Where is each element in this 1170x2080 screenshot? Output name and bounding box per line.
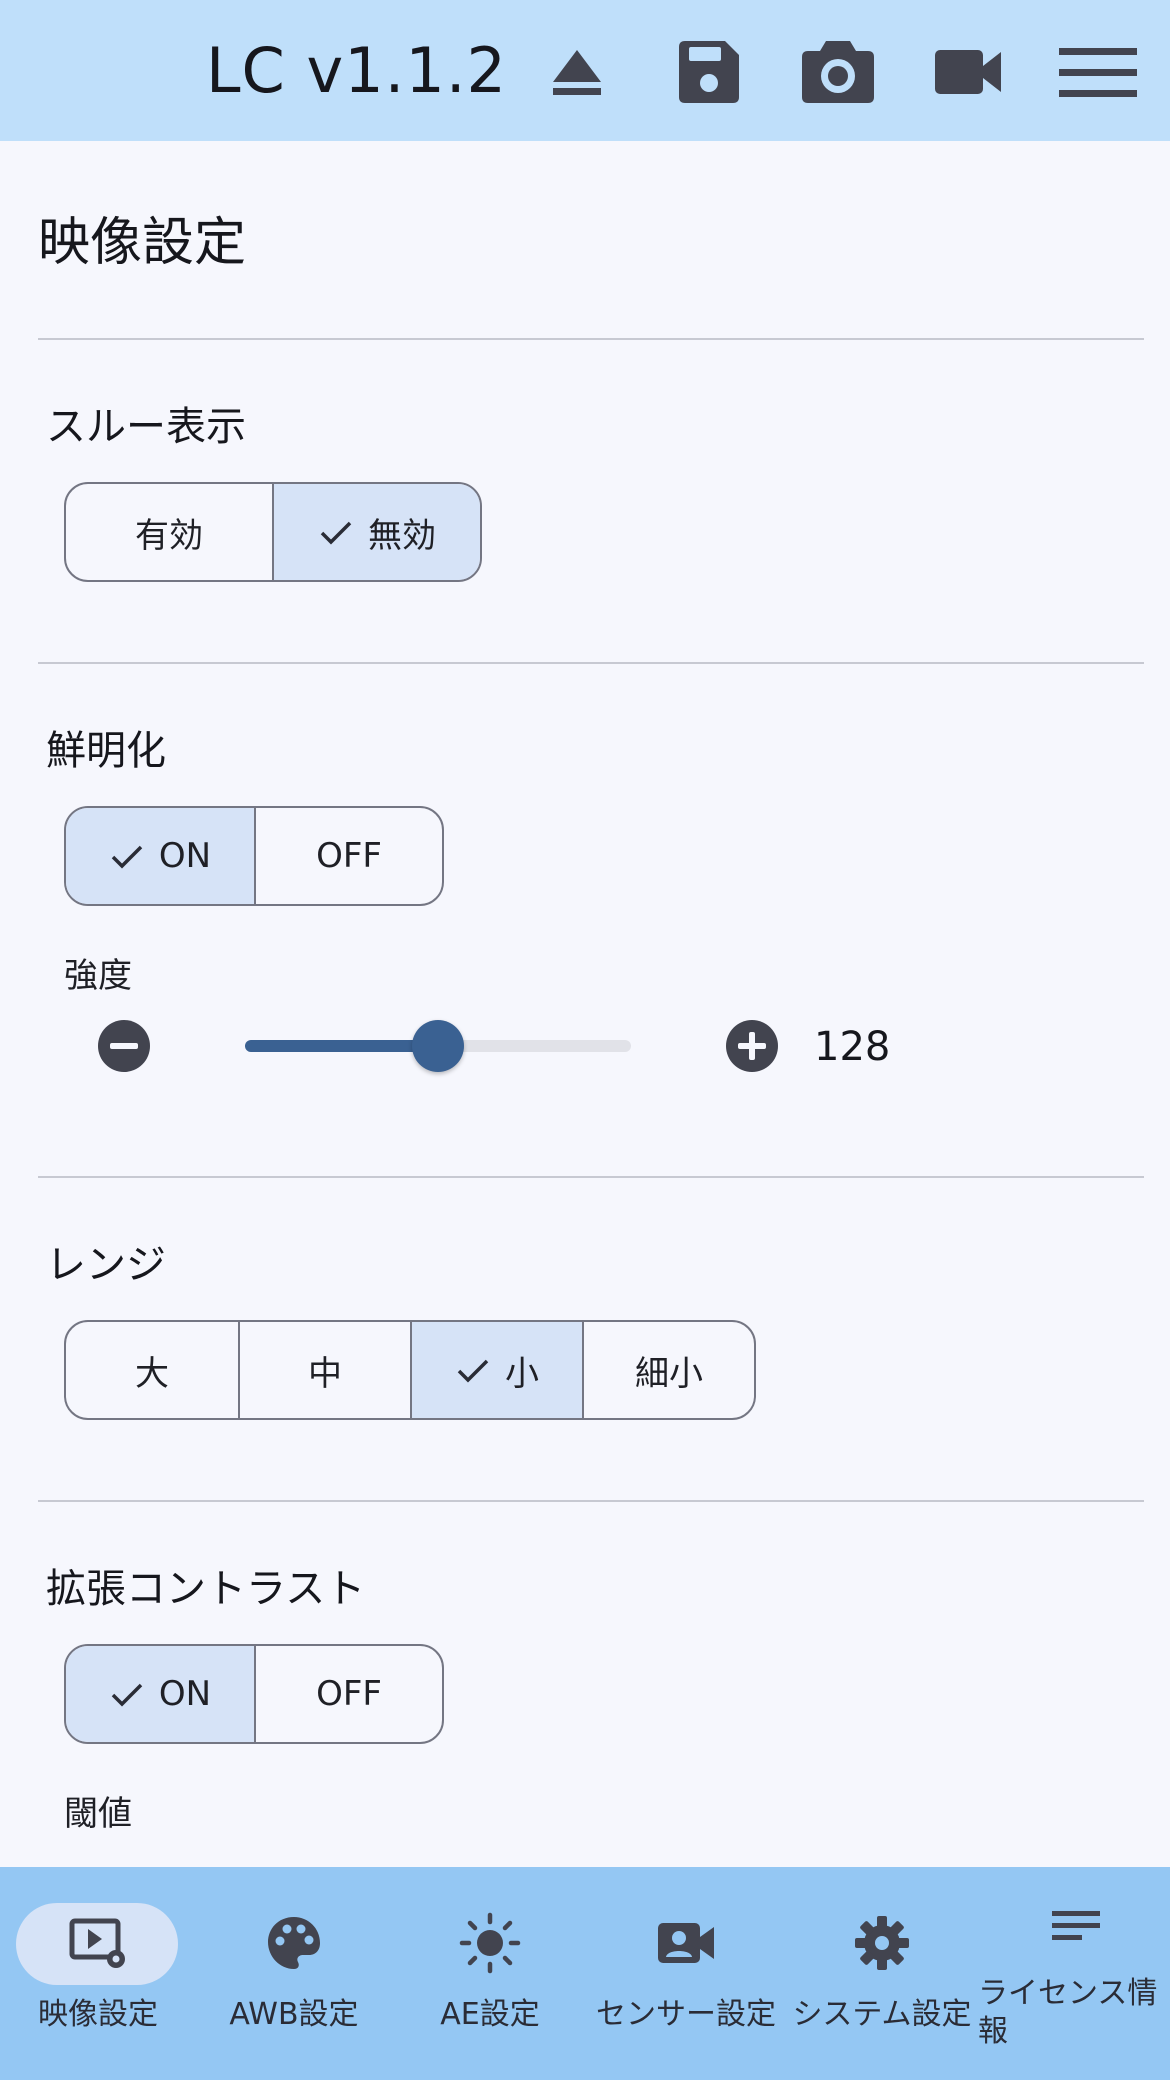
thru-enable-button[interactable]: 有効	[66, 484, 272, 580]
threshold-label: 閾値	[64, 1794, 132, 1834]
slider-thumb[interactable]	[412, 1020, 464, 1072]
nav-label: 映像設定	[38, 1997, 158, 2032]
option-label: 小	[505, 1353, 539, 1394]
contrast-on-button[interactable]: ON	[66, 1646, 254, 1742]
menu-icon[interactable]	[1050, 30, 1146, 114]
option-label: ON	[158, 1674, 212, 1714]
contrast-title: 拡張コントラスト	[46, 1566, 366, 1612]
brightness-icon	[459, 1912, 521, 1974]
range-title: レンジ	[46, 1242, 166, 1288]
check-icon	[111, 1683, 143, 1707]
nav-label: ライセンス情報	[978, 1976, 1158, 2049]
strength-label: 強度	[64, 956, 132, 996]
nav-item-sensor-settings[interactable]: センサー設定	[588, 1867, 784, 2080]
page-title: 映像設定	[38, 213, 247, 273]
strength-slider[interactable]	[245, 1020, 631, 1072]
app-title: LC v1.1.2	[206, 34, 507, 107]
nav-label: AWB設定	[229, 1997, 359, 2032]
sensor-camera-icon	[658, 1923, 714, 1963]
thru-display-title: スルー表示	[46, 404, 246, 450]
bottom-nav: 映像設定 AWB設定 AE設定 センサー設定 システム設定 ライセンス情報	[0, 1867, 1170, 2080]
nav-label: AE設定	[440, 1997, 540, 2032]
option-label: ON	[158, 836, 212, 876]
divider	[38, 1500, 1144, 1502]
check-icon	[320, 521, 352, 545]
contrast-toggle: ON OFF	[64, 1644, 444, 1744]
nav-item-awb-settings[interactable]: AWB設定	[196, 1867, 392, 2080]
nav-label: センサー設定	[596, 1997, 776, 2032]
sharpen-toggle: ON OFF	[64, 806, 444, 906]
range-fine-button[interactable]: 細小	[582, 1322, 754, 1418]
nav-item-system-settings[interactable]: システム設定	[784, 1867, 980, 2080]
nav-item-ae-settings[interactable]: AE設定	[392, 1867, 588, 2080]
video-icon[interactable]	[920, 30, 1016, 114]
check-icon	[457, 1359, 489, 1383]
divider	[38, 662, 1144, 664]
eject-icon[interactable]	[529, 30, 625, 114]
strength-value: 128	[814, 1024, 891, 1070]
divider	[38, 1176, 1144, 1178]
slider-fill	[245, 1040, 438, 1052]
option-label: 大	[135, 1353, 169, 1394]
option-label: OFF	[316, 1674, 382, 1714]
contrast-off-button[interactable]: OFF	[254, 1646, 442, 1742]
notes-icon	[1052, 1911, 1100, 1940]
range-large-button[interactable]: 大	[66, 1322, 238, 1418]
option-label: OFF	[316, 836, 382, 876]
sharpen-on-button[interactable]: ON	[66, 808, 254, 904]
range-small-button[interactable]: 小	[410, 1322, 582, 1418]
thru-display-toggle: 有効 無効	[64, 482, 482, 582]
nav-item-license-info[interactable]: ライセンス情報	[978, 1867, 1170, 2080]
check-icon	[111, 845, 143, 869]
top-app-bar: LC v1.1.2	[0, 0, 1170, 141]
thru-disable-button[interactable]: 無効	[272, 484, 480, 580]
range-medium-button[interactable]: 中	[238, 1322, 410, 1418]
option-label: 中	[308, 1353, 342, 1394]
plus-circle-icon[interactable]	[725, 1019, 779, 1073]
video-settings-icon	[69, 1918, 125, 1968]
camera-icon[interactable]	[790, 30, 886, 114]
nav-item-video-settings[interactable]: 映像設定	[0, 1867, 196, 2080]
nav-label: システム設定	[792, 1997, 972, 2032]
option-label: 細小	[635, 1353, 703, 1394]
sharpen-title: 鮮明化	[46, 728, 166, 774]
option-label: 無効	[368, 515, 436, 556]
option-label: 有効	[135, 515, 203, 556]
gear-icon	[855, 1916, 909, 1970]
save-icon[interactable]	[660, 30, 756, 114]
palette-icon	[268, 1917, 320, 1969]
range-selector: 大 中 小 細小	[64, 1320, 756, 1420]
minus-circle-icon[interactable]	[97, 1019, 151, 1073]
divider	[38, 338, 1144, 340]
sharpen-off-button[interactable]: OFF	[254, 808, 442, 904]
